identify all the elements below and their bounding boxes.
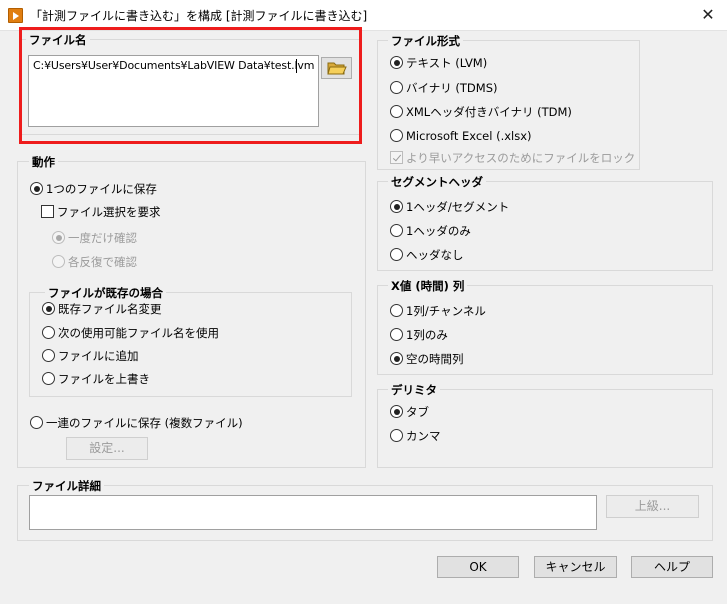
ok-button[interactable]: OK (437, 556, 519, 578)
radio-indicator (390, 105, 403, 118)
segment-header-label: セグメントヘッダ (388, 175, 486, 189)
x-value-label: X値 (時間) 列 (388, 279, 468, 293)
rename-existing-radio[interactable]: 既存ファイル名変更 (42, 301, 162, 317)
header-only-one-radio[interactable]: 1ヘッダのみ (390, 223, 471, 239)
empty-time-column-radio[interactable]: 空の時間列 (390, 351, 464, 367)
radio-indicator (52, 231, 65, 244)
help-button[interactable]: ヘルプ (631, 556, 713, 578)
advanced-button[interactable]: 上級... (606, 495, 699, 518)
one-column-only-radio[interactable]: 1列のみ (390, 327, 448, 343)
save-series-radio[interactable]: 一連のファイルに保存 (複数ファイル) (30, 415, 243, 431)
highlight-box (19, 27, 362, 144)
no-header-radio[interactable]: ヘッダなし (390, 247, 464, 263)
radio-indicator (30, 416, 43, 429)
radio-indicator (42, 349, 55, 362)
checkbox-indicator (41, 205, 54, 218)
radio-indicator (390, 200, 403, 213)
format-excel-radio[interactable]: Microsoft Excel (.xlsx) (390, 128, 532, 144)
radio-indicator (390, 405, 403, 418)
format-text-lvm-radio[interactable]: テキスト (LVM) (390, 55, 487, 71)
radio-indicator (390, 224, 403, 237)
radio-indicator (42, 326, 55, 339)
save-single-file-radio[interactable]: 1つのファイルに保存 (30, 181, 157, 197)
radio-indicator (390, 81, 403, 94)
file-format-label: ファイル形式 (388, 34, 463, 48)
radio-indicator (390, 56, 403, 69)
delimiter-label: デリミタ (388, 383, 440, 397)
if-file-exists-label: ファイルが既存の場合 (45, 286, 166, 300)
close-button[interactable]: ✕ (697, 6, 719, 24)
checkbox-indicator (390, 151, 403, 164)
window-title: 「計測ファイルに書き込む」を構成 [計測ファイルに書き込む] (30, 9, 368, 23)
ask-once-radio[interactable]: 一度だけ確認 (52, 230, 137, 246)
radio-indicator (52, 255, 65, 268)
overwrite-file-radio[interactable]: ファイルを上書き (42, 371, 150, 387)
file-details-label: ファイル詳細 (29, 479, 104, 493)
radio-indicator (390, 328, 403, 341)
delimiter-tab-radio[interactable]: タブ (390, 404, 429, 420)
delimiter-comma-radio[interactable]: カンマ (390, 428, 441, 444)
header-per-segment-radio[interactable]: 1ヘッダ/セグメント (390, 199, 509, 215)
radio-indicator (390, 129, 403, 142)
radio-indicator (390, 352, 403, 365)
radio-indicator (390, 248, 403, 261)
radio-indicator (30, 182, 43, 195)
next-available-name-radio[interactable]: 次の使用可能ファイル名を使用 (42, 325, 219, 341)
format-binary-tdms-radio[interactable]: バイナリ (TDMS) (390, 80, 498, 96)
column-per-channel-radio[interactable]: 1列/チャンネル (390, 303, 486, 319)
cancel-button[interactable]: キャンセル (534, 556, 617, 578)
ask-each-iteration-radio[interactable]: 各反復で確認 (52, 254, 137, 270)
file-details-input[interactable] (29, 495, 597, 530)
lock-file-checkbox[interactable]: より早いアクセスのためにファイルをロック (390, 150, 635, 166)
radio-indicator (42, 302, 55, 315)
labview-app-icon (8, 8, 23, 23)
radio-indicator (390, 429, 403, 442)
radio-indicator (390, 304, 403, 317)
action-group-label: 動作 (29, 155, 58, 169)
settings-button[interactable]: 設定... (66, 437, 148, 460)
format-binary-tdm-radio[interactable]: XMLヘッダ付きバイナリ (TDM) (390, 104, 572, 120)
ask-user-checkbox[interactable]: ファイル選択を要求 (41, 204, 161, 220)
append-to-file-radio[interactable]: ファイルに追加 (42, 348, 139, 364)
radio-indicator (42, 372, 55, 385)
